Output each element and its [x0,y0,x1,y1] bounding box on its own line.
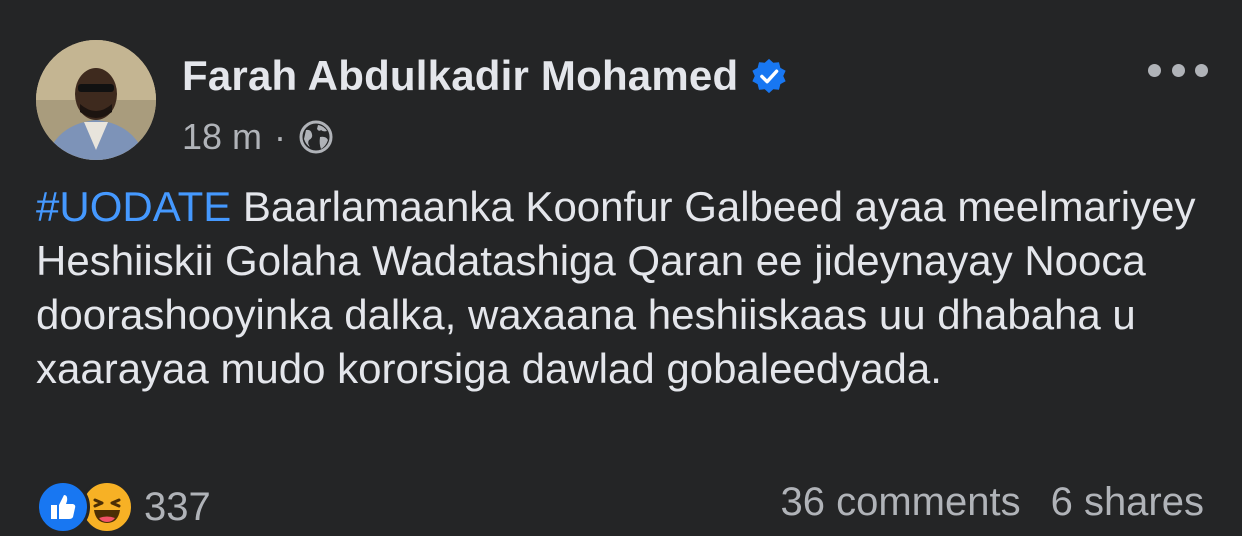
post-body: #UODATE Baarlamaanka Koonfur Galbeed aya… [36,180,1216,396]
more-dot [1148,63,1161,77]
more-dot [1195,63,1208,77]
shares-count[interactable]: 6 shares [1051,480,1204,525]
post-meta: 18 m · [182,116,334,158]
author-name[interactable]: Farah Abdulkadir Mohamed [182,52,738,100]
comments-count[interactable]: 36 comments [780,480,1020,525]
post-timestamp[interactable]: 18 m [182,116,262,158]
hashtag-link[interactable]: #UODATE [36,183,231,230]
author-avatar[interactable] [36,40,156,160]
post-card: Farah Abdulkadir Mohamed 18 m · #UODATE … [0,0,1242,534]
globe-icon[interactable] [298,119,334,155]
like-icon [36,480,90,534]
verified-badge-icon [752,58,786,94]
post-stats: 36 comments 6 shares [780,480,1204,525]
avatar-photo [36,40,156,160]
more-dot [1171,63,1185,77]
more-options-icon[interactable] [1148,52,1208,88]
author-row: Farah Abdulkadir Mohamed [182,52,788,100]
reactions-summary[interactable]: 337 [36,480,211,534]
meta-separator: · [274,116,287,157]
